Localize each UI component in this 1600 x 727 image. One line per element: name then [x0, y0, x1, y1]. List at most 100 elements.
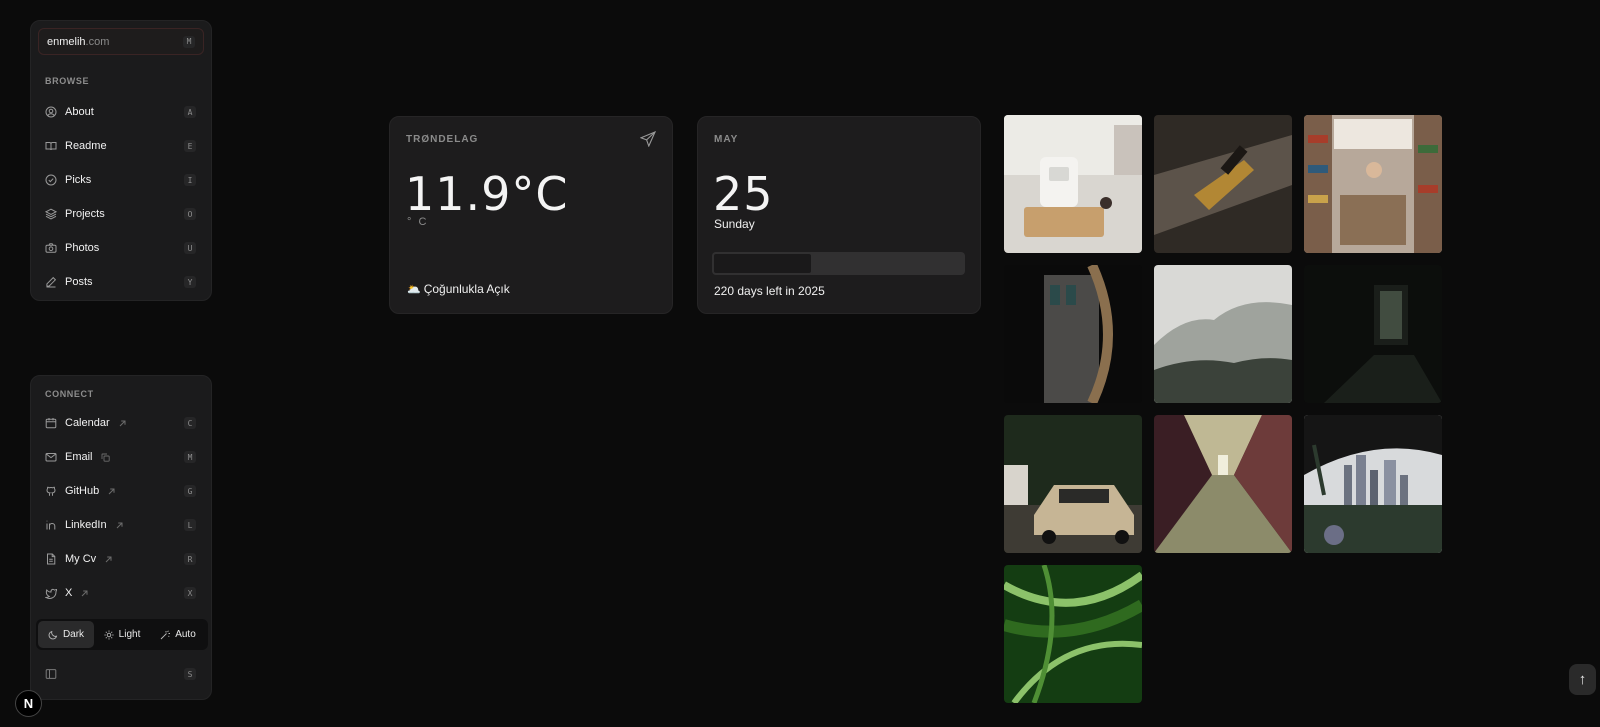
browse-section-label: BROWSE: [45, 76, 90, 86]
connect-item-github[interactable]: GitHub G: [38, 477, 204, 505]
user-circle-icon: [45, 106, 57, 118]
shortcut-key: R: [184, 553, 196, 565]
copy-icon[interactable]: [101, 453, 110, 462]
calendar-icon: [45, 417, 57, 429]
sidebar-item-label: Readme: [65, 140, 107, 152]
sidebar-item-about[interactable]: About A: [38, 98, 204, 126]
connect-section-label: CONNECT: [45, 389, 94, 399]
connect-item-label: GitHub: [65, 485, 100, 497]
connect-item-label: Email: [65, 451, 93, 463]
linkedin-icon: [45, 519, 57, 531]
shortcut-key: L: [184, 519, 196, 531]
magic-wand-icon: [160, 629, 171, 639]
shortcut-key: A: [184, 106, 196, 118]
connect-item-x[interactable]: X X: [38, 579, 204, 607]
sidebar-item-readme[interactable]: Readme E: [38, 132, 204, 160]
site-tld: .com: [85, 35, 110, 48]
layers-icon: [45, 208, 57, 220]
days-left-text: 220 days left in 2025: [714, 284, 825, 298]
sidebar-item-posts[interactable]: Posts Y: [38, 268, 204, 296]
photo-dark-room[interactable]: [1304, 265, 1442, 403]
external-link-icon: [118, 419, 127, 428]
sidebar-item-picks[interactable]: Picks I: [38, 166, 204, 194]
photo-card-terminal[interactable]: [1004, 115, 1142, 253]
connect-item-cv[interactable]: My Cv R: [38, 545, 204, 573]
external-link-icon: [104, 555, 113, 564]
connect-item-label: LinkedIn: [65, 519, 107, 531]
nextjs-badge[interactable]: N: [15, 690, 42, 717]
sidebar-collapse-button[interactable]: S: [38, 660, 204, 688]
shortcut-key: U: [184, 242, 196, 254]
theme-dark-button[interactable]: Dark: [38, 621, 94, 648]
connect-item-label: Calendar: [65, 417, 110, 429]
photo-building-arch[interactable]: [1004, 265, 1142, 403]
moon-icon: [48, 630, 58, 639]
check-circle-icon: [45, 174, 57, 186]
site-domain: enmelih: [47, 35, 86, 48]
sidebar-item-label: Projects: [65, 208, 105, 220]
year-progress-fill: [712, 252, 814, 275]
theme-switcher: Dark Light Auto: [36, 619, 208, 650]
arrow-up-icon: ↑: [1578, 671, 1587, 688]
connect-item-email[interactable]: Email M: [38, 443, 204, 471]
file-icon: [45, 553, 57, 565]
external-link-icon: [80, 589, 89, 598]
photo-palm-leaves[interactable]: [1004, 565, 1142, 703]
sidebar-item-projects[interactable]: Projects O: [38, 200, 204, 228]
sidebar-toggle-icon: [45, 668, 57, 680]
theme-light-label: Light: [118, 629, 141, 640]
connect-item-linkedin[interactable]: LinkedIn L: [38, 511, 204, 539]
shortcut-key: E: [184, 140, 196, 152]
weather-unit: ° C: [407, 216, 429, 228]
connect-panel: CONNECT Calendar C Email M GitHub G Link…: [30, 375, 212, 700]
book-open-icon: [45, 140, 57, 152]
theme-dark-label: Dark: [62, 629, 85, 640]
theme-auto-label: Auto: [175, 629, 196, 640]
year-progress-bar: [712, 252, 965, 275]
scroll-top-button[interactable]: ↑: [1569, 664, 1596, 695]
connect-item-calendar[interactable]: Calendar C: [38, 409, 204, 437]
shortcut-key: Y: [184, 276, 196, 288]
photo-bookshelf[interactable]: [1304, 115, 1442, 253]
site-home-link[interactable]: enmelih .com M: [38, 28, 204, 55]
shortcut-key: C: [184, 417, 196, 429]
sidebar-item-label: Posts: [65, 276, 93, 288]
photo-mercedes-car[interactable]: [1004, 415, 1142, 553]
date-day: 25: [713, 167, 774, 221]
weather-condition-text: Çoğunlukla Açık: [423, 282, 510, 296]
photo-misty-mountain[interactable]: [1154, 265, 1292, 403]
connect-item-label: My Cv: [65, 553, 97, 565]
mail-icon: [45, 451, 57, 463]
pen-icon: [45, 276, 57, 288]
weather-region: TRØNDELAG: [406, 134, 479, 145]
photo-city-skyline[interactable]: [1304, 415, 1442, 553]
date-weekday: Sunday: [714, 217, 755, 231]
sun-icon: [104, 630, 114, 639]
browse-panel: enmelih .com M BROWSE About A Readme E Pi…: [30, 20, 212, 301]
shortcut-key: G: [184, 485, 196, 497]
shortcut-key: X: [184, 587, 196, 599]
shortcut-key: S: [184, 668, 196, 680]
twitter-icon: [45, 587, 57, 599]
connect-item-label: X: [65, 587, 73, 599]
camera-icon: [45, 242, 57, 254]
external-link-icon: [115, 521, 124, 530]
date-month: MAY: [714, 134, 739, 145]
send-icon[interactable]: [640, 131, 656, 147]
shortcut-key: O: [184, 208, 196, 220]
shortcut-key: I: [184, 174, 196, 186]
shortcut-key: M: [183, 35, 195, 48]
theme-light-button[interactable]: Light: [94, 621, 150, 648]
sidebar-item-photos[interactable]: Photos U: [38, 234, 204, 262]
shortcut-key: M: [184, 451, 196, 463]
photo-wine-bottle[interactable]: [1154, 115, 1292, 253]
photo-graffiti-corridor[interactable]: [1154, 415, 1292, 553]
sidebar-item-label: About: [65, 106, 94, 118]
external-link-icon: [107, 487, 116, 496]
weather-card: TRØNDELAG 11.9°C ° C 🌥️ Çoğunlukla Açık: [389, 116, 673, 314]
theme-auto-button[interactable]: Auto: [150, 621, 206, 648]
github-icon: [45, 485, 57, 497]
partly-cloudy-icon: 🌥️: [407, 283, 421, 296]
date-card: MAY 25 Sunday 220 days left in 2025: [697, 116, 981, 314]
sidebar-item-label: Picks: [65, 174, 92, 186]
